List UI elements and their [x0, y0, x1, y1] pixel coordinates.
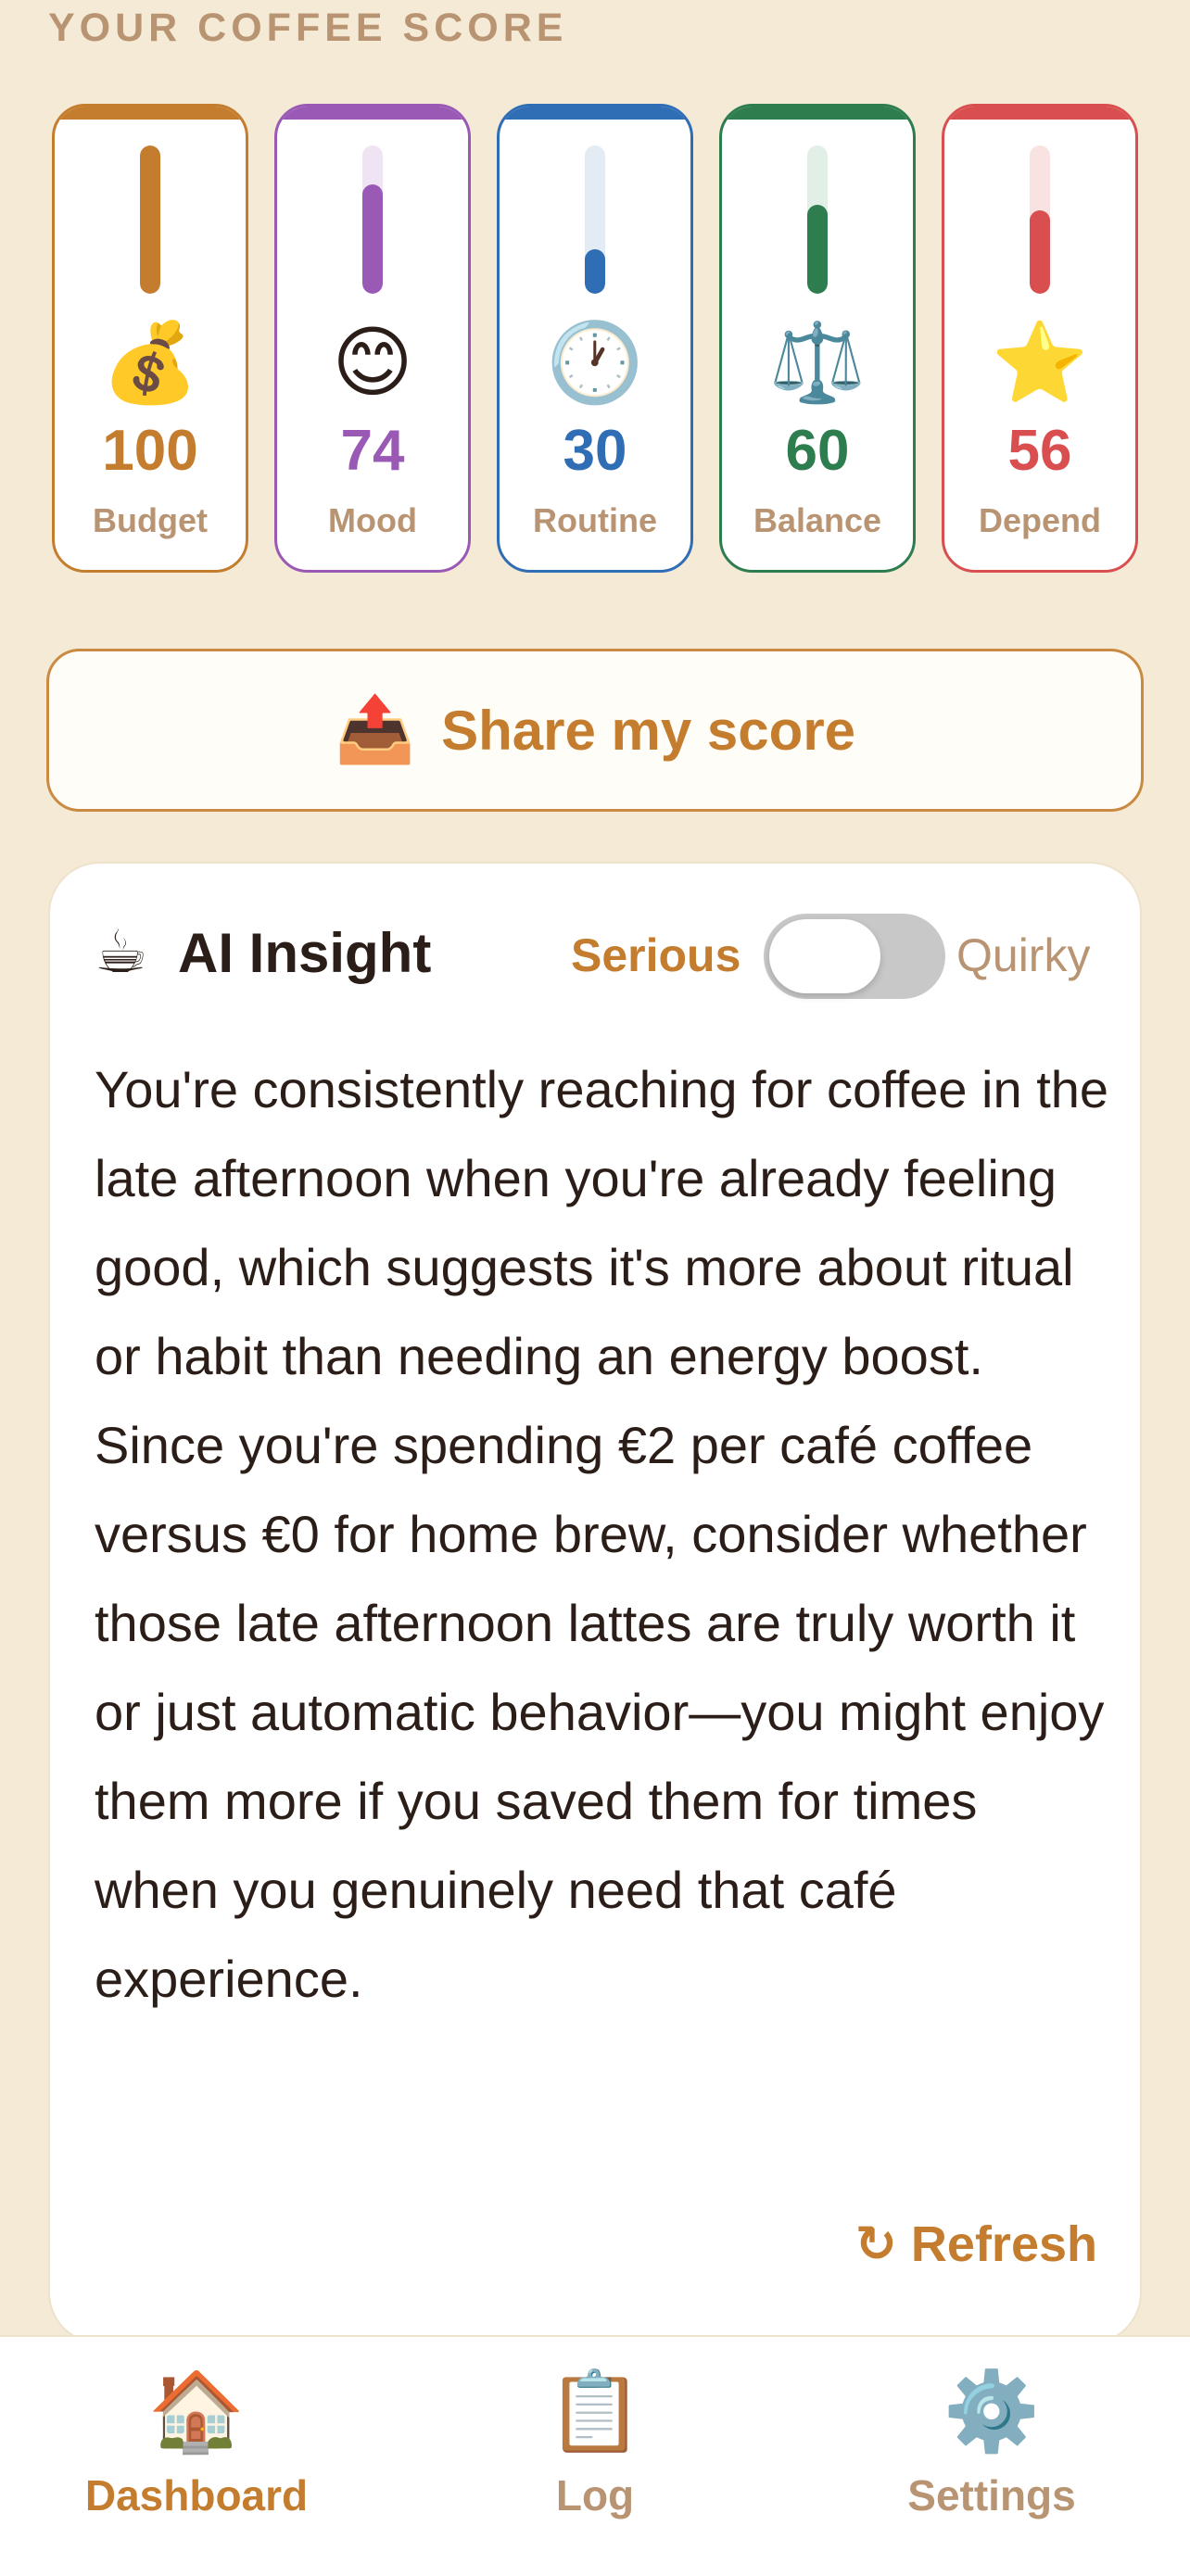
- clock-icon: 🕐: [546, 319, 644, 406]
- score-value: 56: [1007, 419, 1072, 483]
- score-level-fill: [585, 249, 605, 294]
- refresh-label: Refresh: [910, 2216, 1097, 2272]
- share-score-label: Share my score: [441, 699, 856, 762]
- score-level-fill: [140, 145, 160, 294]
- card-accent-bar: [55, 107, 246, 120]
- mode-label-quirky[interactable]: Quirky: [956, 928, 1090, 982]
- score-level-fill: [1030, 210, 1050, 294]
- score-level-track: [807, 145, 828, 294]
- score-label: Balance: [753, 501, 882, 539]
- refresh-icon: ↻: [855, 2216, 897, 2272]
- score-card-balance[interactable]: ⚖️ 60 Balance: [719, 104, 916, 573]
- score-card-routine[interactable]: 🕐 30 Routine: [497, 104, 693, 573]
- refresh-button[interactable]: ↻ Refresh: [855, 2215, 1097, 2273]
- score-level-track: [140, 145, 160, 294]
- clipboard-icon: 📋: [546, 2368, 644, 2455]
- money-bag-icon: 💰: [101, 319, 199, 406]
- score-level-fill: [362, 183, 383, 294]
- ai-insight-card: ☕ AI Insight Serious Quirky You're consi…: [48, 862, 1142, 2344]
- score-value: 60: [785, 419, 850, 483]
- score-label: Mood: [328, 501, 417, 539]
- score-level-fill: [807, 205, 828, 294]
- card-accent-bar: [944, 107, 1135, 120]
- score-cards: 💰 100 Budget 😊 74 Mood 🕐 30 Routine ⚖️ 6…: [52, 104, 1138, 573]
- tab-dashboard[interactable]: 🏠 Dashboard: [57, 2365, 335, 2520]
- card-accent-bar: [277, 107, 468, 120]
- bottom-tab-bar: 🏠 Dashboard 📋 Log ⚙️ Settings: [0, 2335, 1190, 2576]
- gear-icon: ⚙️: [943, 2368, 1041, 2455]
- score-card-budget[interactable]: 💰 100 Budget: [52, 104, 248, 573]
- star-icon: ⭐: [991, 319, 1089, 406]
- score-card-mood[interactable]: 😊 74 Mood: [274, 104, 471, 573]
- card-accent-bar: [722, 107, 913, 120]
- score-level-track: [585, 145, 605, 294]
- coffee-icon: ☕: [95, 918, 148, 985]
- score-value: 30: [563, 419, 627, 483]
- share-outbox-icon: 📤: [334, 693, 416, 765]
- tab-log[interactable]: 📋 Log: [456, 2365, 734, 2520]
- score-value: 100: [102, 419, 198, 483]
- score-level-track: [1030, 145, 1050, 294]
- mode-label-serious[interactable]: Serious: [571, 928, 741, 982]
- score-label: Depend: [978, 501, 1101, 539]
- tab-label: Log: [555, 2471, 635, 2519]
- section-label: YOUR COFFEE SCORE: [48, 6, 568, 50]
- score-level-track: [362, 145, 383, 294]
- serious-quirky-toggle[interactable]: [764, 914, 945, 999]
- score-label: Routine: [533, 501, 657, 539]
- card-accent-bar: [500, 107, 690, 120]
- share-score-button[interactable]: 📤 Share my score: [46, 649, 1144, 812]
- tab-label: Settings: [907, 2471, 1076, 2519]
- toggle-knob: [769, 919, 880, 993]
- score-value: 74: [340, 419, 405, 483]
- score-label: Budget: [93, 501, 208, 539]
- tab-label: Dashboard: [84, 2471, 309, 2519]
- tab-settings[interactable]: ⚙️ Settings: [853, 2365, 1131, 2520]
- scales-icon: ⚖️: [768, 319, 867, 406]
- ai-insight-text: You're consistently reaching for coffee …: [95, 1060, 1109, 2008]
- ai-insight-title: AI Insight: [178, 922, 432, 984]
- score-card-depend[interactable]: ⭐ 56 Depend: [942, 104, 1138, 573]
- smile-icon: 😊: [332, 319, 413, 406]
- house-icon: 🏠: [147, 2368, 246, 2455]
